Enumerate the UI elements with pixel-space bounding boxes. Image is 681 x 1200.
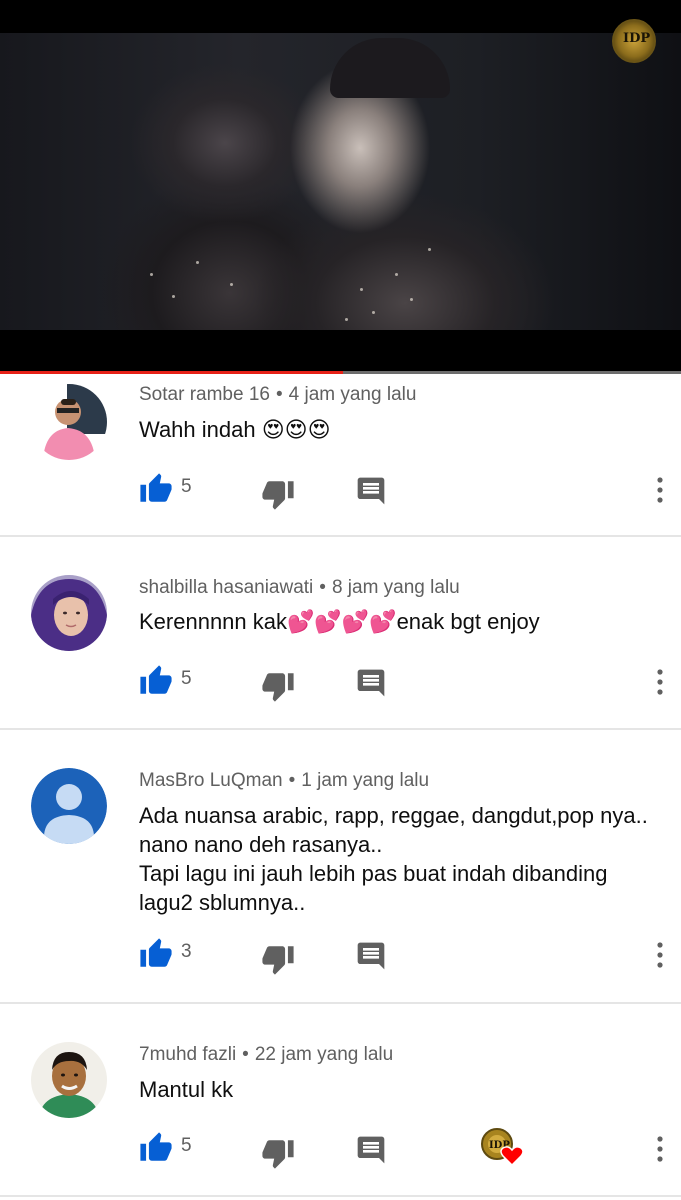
comment-author[interactable]: 7muhd fazli	[139, 1044, 236, 1065]
thumbs-down-icon	[262, 1140, 294, 1169]
reply-button[interactable]	[355, 940, 387, 972]
dislike-button[interactable]	[261, 669, 295, 703]
avatar[interactable]	[31, 575, 107, 651]
comment-item: 7muhd fazli • 22 jam yang lalu Mantul kk 5…	[0, 1004, 681, 1197]
comment-meta: MasBro LuQman • 1 jam yang lalu	[139, 770, 429, 792]
comment-time: 22 jam yang lalu	[254, 1044, 394, 1065]
like-button[interactable]	[139, 664, 173, 698]
more-vert-icon	[657, 669, 663, 695]
reply-button[interactable]	[355, 667, 387, 699]
comment-author[interactable]: shalbilla hasaniawati	[139, 577, 313, 598]
like-button[interactable]	[139, 472, 173, 506]
like-button[interactable]	[139, 1131, 173, 1165]
comment-text: Ada nuansa arabic, rapp, reggae, dangdut…	[139, 803, 648, 915]
meta-separator: •	[288, 770, 296, 791]
thumbs-up-icon	[140, 938, 172, 967]
comment-item: shalbilla hasaniawati • 8 jam yang lalu Ke…	[0, 537, 681, 730]
like-button[interactable]	[139, 937, 173, 971]
comment-time: 8 jam yang lalu	[331, 577, 460, 598]
creator-heart-badge: IDP	[481, 1128, 524, 1167]
comment-text: Wahh indah 😍😍😍	[139, 417, 331, 442]
meta-separator: •	[275, 384, 283, 405]
reply-icon	[357, 942, 385, 970]
thumbs-up-icon	[140, 473, 172, 502]
reply-icon	[357, 669, 385, 697]
more-options-button[interactable]	[648, 667, 672, 697]
comment-actions: 5	[0, 664, 681, 704]
comment-actions: 5 IDP	[0, 1128, 681, 1171]
comment-text: Mantul kk	[139, 1077, 234, 1102]
photo-avatar-icon	[31, 384, 107, 460]
thumbs-down-icon	[262, 946, 294, 975]
comment-time: 1 jam yang lalu	[301, 770, 430, 791]
reply-button[interactable]	[355, 1134, 387, 1166]
avatar[interactable]	[31, 1042, 107, 1118]
photo-avatar-icon	[31, 1042, 107, 1118]
like-count: 5	[181, 476, 192, 497]
comment-actions: 5	[0, 472, 681, 512]
more-options-button[interactable]	[648, 1134, 672, 1164]
video-player[interactable]: IDP	[0, 0, 681, 374]
thumbs-up-icon	[140, 1132, 172, 1161]
reply-icon	[357, 1136, 385, 1164]
thumbs-up-icon	[140, 665, 172, 694]
like-count: 5	[181, 668, 192, 689]
more-vert-icon	[657, 942, 663, 968]
like-count: 5	[181, 1135, 192, 1156]
comment-meta: 7muhd fazli • 22 jam yang lalu	[139, 1044, 393, 1066]
more-options-button[interactable]	[648, 475, 672, 505]
comment-meta: Sotar rambe 16 • 4 jam yang lalu	[139, 384, 416, 406]
comment-author[interactable]: MasBro LuQman	[139, 770, 283, 791]
dislike-button[interactable]	[261, 1136, 295, 1170]
avatar[interactable]	[31, 384, 107, 460]
reply-button[interactable]	[355, 475, 387, 507]
thumbs-down-icon	[262, 481, 294, 510]
reply-icon	[357, 477, 385, 505]
more-vert-icon	[657, 477, 663, 503]
comment-item: MasBro LuQman • 1 jam yang lalu Ada nuansa…	[0, 730, 681, 1004]
like-count: 3	[181, 941, 192, 962]
avatar[interactable]	[31, 768, 107, 844]
default-person-avatar-icon	[31, 768, 107, 844]
dislike-button[interactable]	[261, 942, 295, 976]
video-frame	[0, 33, 681, 330]
more-vert-icon	[657, 1136, 663, 1162]
comment-author[interactable]: Sotar rambe 16	[139, 384, 270, 405]
video-scene-figure	[330, 38, 450, 98]
creator-heart-icon: IDP	[481, 1128, 524, 1167]
comment-meta: shalbilla hasaniawati • 8 jam yang lalu	[139, 577, 460, 599]
thumbs-down-icon	[262, 673, 294, 702]
comment-actions: 3	[0, 937, 681, 977]
photo-avatar-icon	[31, 575, 107, 651]
comment-item: Sotar rambe 16 • 4 jam yang lalu Wahh inda…	[0, 374, 681, 537]
meta-separator: •	[242, 1044, 249, 1065]
more-options-button[interactable]	[648, 940, 672, 970]
comment-time: 4 jam yang lalu	[288, 384, 417, 405]
channel-watermark-logo: IDP	[612, 19, 656, 63]
comment-text: Kerennnnn kak💕💕💕💕enak bgt enjoy	[139, 609, 540, 634]
dislike-button[interactable]	[261, 477, 295, 511]
meta-separator: •	[319, 577, 326, 598]
